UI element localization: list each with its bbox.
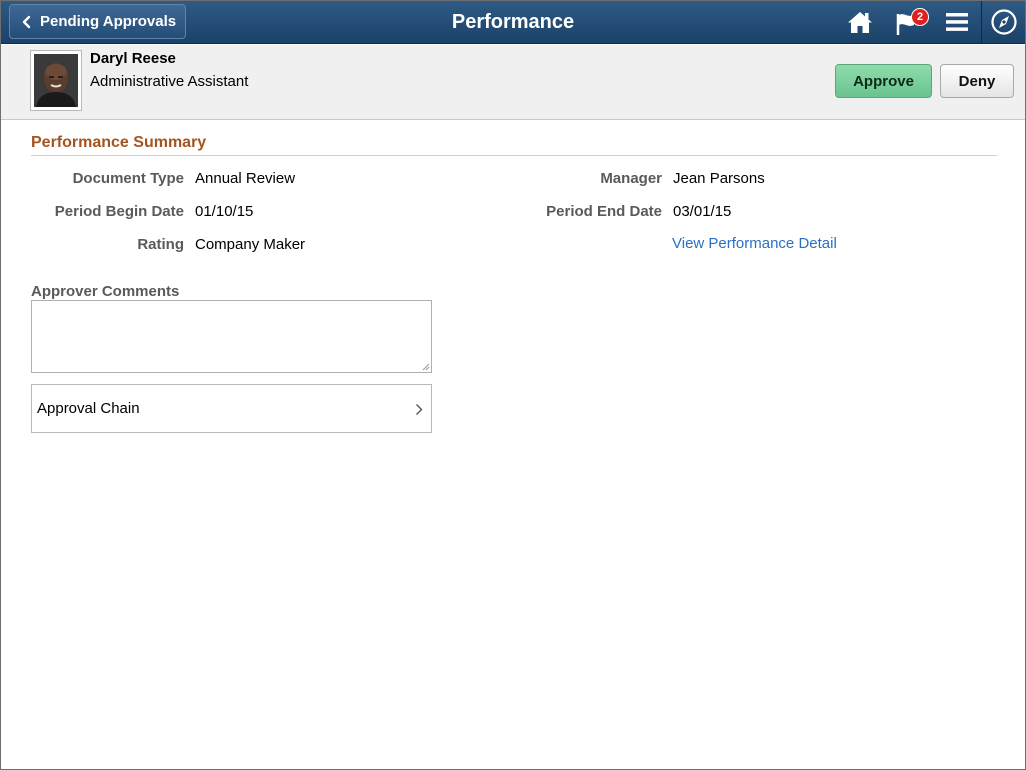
- period-end-date-label: Period End Date: [546, 203, 662, 220]
- notifications-button[interactable]: 2: [893, 7, 931, 37]
- period-end-date-value: 03/01/15: [673, 203, 732, 220]
- approval-chain-label: Approval Chain: [37, 400, 140, 417]
- document-type-label: Document Type: [72, 170, 184, 187]
- compass-icon: [991, 9, 1017, 35]
- employee-name: Daryl Reese: [90, 50, 176, 67]
- top-banner: Pending Approvals Performance 2: [1, 1, 1025, 44]
- back-pending-approvals-button[interactable]: Pending Approvals: [9, 4, 186, 39]
- home-icon: [848, 12, 872, 33]
- avatar: [30, 50, 82, 111]
- approver-comments-input[interactable]: [31, 300, 432, 373]
- approval-chain-row[interactable]: Approval Chain: [31, 384, 432, 433]
- employee-header: Daryl Reese Administrative Assistant App…: [1, 45, 1025, 120]
- section-divider: [31, 155, 997, 156]
- home-button[interactable]: [845, 7, 875, 37]
- period-begin-date-label: Period Begin Date: [54, 203, 184, 220]
- banner-divider: [981, 1, 982, 44]
- rating-value: Company Maker: [195, 236, 306, 253]
- hamburger-menu-icon: [946, 13, 968, 31]
- deny-button[interactable]: Deny: [940, 64, 1014, 98]
- manager-value: Jean Parsons: [673, 170, 765, 187]
- actions-menu-button[interactable]: [943, 7, 971, 37]
- section-title-performance-summary: Performance Summary: [31, 134, 207, 151]
- navbar-button[interactable]: [987, 7, 1021, 37]
- view-performance-detail-link[interactable]: View Performance Detail: [672, 235, 837, 252]
- document-type-value: Annual Review: [195, 170, 296, 187]
- chevron-left-icon: [22, 15, 31, 28]
- back-button-label: Pending Approvals: [40, 13, 177, 30]
- approve-button[interactable]: Approve: [835, 64, 932, 98]
- approver-comments-label: Approver Comments: [31, 283, 180, 300]
- manager-label: Manager: [600, 170, 662, 187]
- employee-photo: [34, 54, 78, 107]
- chevron-right-icon: [416, 404, 423, 415]
- rating-label: Rating: [137, 236, 184, 253]
- notification-count-badge: 2: [911, 8, 929, 26]
- employee-job-title: Administrative Assistant: [90, 73, 249, 90]
- period-begin-date-value: 01/10/15: [195, 203, 254, 220]
- resize-grip-icon[interactable]: [422, 363, 430, 371]
